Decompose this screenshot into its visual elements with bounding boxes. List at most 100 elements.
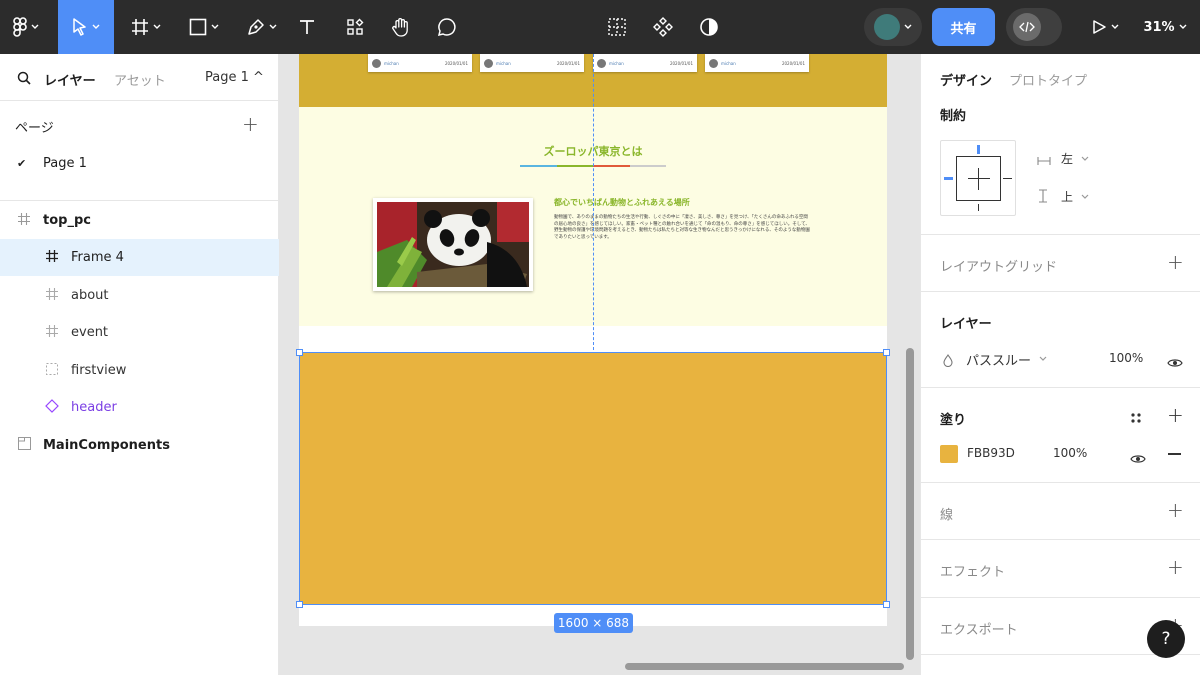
horizontal-scrollbar[interactable] (625, 663, 904, 670)
resize-handle[interactable] (296, 601, 303, 608)
resize-handle[interactable] (883, 601, 890, 608)
horizontal-constraint-icon (1037, 151, 1051, 170)
dashed-frame-icon (46, 362, 58, 379)
add-page-icon[interactable]: + (242, 112, 259, 136)
dev-mode-toggle[interactable] (1006, 8, 1062, 46)
divider (0, 200, 279, 201)
chevron-down-icon (31, 24, 39, 29)
chevron-down-icon (211, 24, 219, 29)
canvas[interactable]: michan 2020/01/01 michan 2020/01/01 mich… (280, 54, 920, 675)
vertical-scrollbar[interactable] (906, 348, 914, 660)
layer-label: Frame 4 (71, 250, 124, 265)
fill-opacity-input[interactable]: 100% (1053, 446, 1087, 460)
layer-item-about[interactable]: about (0, 277, 279, 314)
tab-assets[interactable]: アセット (114, 70, 166, 89)
avatar (709, 58, 718, 68)
frame-hash-icon (131, 18, 149, 36)
contrast-button[interactable] (694, 0, 724, 54)
chevron-down-icon (1081, 194, 1089, 199)
component-layout-button[interactable] (602, 0, 632, 54)
user-avatar-menu[interactable] (864, 8, 922, 46)
card-name: michan (496, 60, 511, 66)
left-sidebar: レイヤー アセット Page 1 ^ ページ + ✔ Page 1 top_pc… (0, 54, 279, 675)
add-stroke-icon[interactable]: + (1167, 498, 1184, 522)
frame-hash-icon (18, 212, 30, 229)
share-label: 共有 (950, 21, 977, 37)
fill-color-swatch[interactable] (940, 445, 958, 463)
panda-image (377, 202, 529, 287)
layer-item-frame4[interactable]: Frame 4 (0, 239, 279, 276)
layer-opacity-input[interactable]: 100% (1109, 351, 1143, 365)
hand-tool-button[interactable] (386, 0, 416, 54)
blend-drop-icon (943, 352, 953, 371)
layer-title: レイヤー (940, 317, 992, 332)
add-fill-icon[interactable]: + (1167, 403, 1184, 427)
properties-panel: デザイン プロトタイプ 制約 左 上 レイアウトグリッド + レイヤー パススル… (920, 54, 1200, 675)
constraint-bottom[interactable] (978, 204, 979, 211)
fill-hex-input[interactable]: FBB93D (967, 446, 1015, 460)
layer-item-top-pc[interactable]: top_pc (0, 202, 279, 239)
resources-icon (346, 18, 364, 36)
constraints-title: 制約 (940, 109, 967, 124)
zoom-menu[interactable]: 31% (1136, 0, 1194, 54)
help-button[interactable]: ? (1147, 620, 1185, 658)
component-icon (653, 17, 673, 37)
text-tool-button[interactable] (292, 0, 322, 54)
add-layout-grid-icon[interactable]: + (1167, 250, 1184, 274)
move-tool-button[interactable] (58, 0, 114, 54)
comment-tool-button[interactable] (432, 0, 462, 54)
add-effect-icon[interactable]: + (1167, 555, 1184, 579)
constraint-top-active[interactable] (977, 145, 980, 154)
style-grid-icon[interactable] (1130, 409, 1142, 428)
constraint-box (956, 156, 1001, 201)
section-icon (18, 437, 31, 454)
zoom-label: 31% (1143, 19, 1175, 35)
card-name: michan (721, 60, 736, 66)
tab-layers[interactable]: レイヤー (44, 70, 96, 89)
remove-fill-icon[interactable] (1168, 453, 1181, 455)
create-component-button[interactable] (648, 0, 678, 54)
share-button[interactable]: 共有 (932, 8, 995, 46)
layout-grid-section: レイアウトグリッド + (921, 234, 1200, 291)
center-guide-line (593, 54, 594, 350)
shape-tool-button[interactable] (178, 0, 230, 54)
layer-label: header (71, 400, 117, 415)
constraint-right[interactable] (1003, 178, 1012, 179)
tab-prototype[interactable]: プロトタイプ (1009, 70, 1087, 89)
search-icon[interactable] (17, 70, 31, 89)
avatar (372, 58, 381, 68)
resize-handle[interactable] (883, 349, 890, 356)
main-menu-button[interactable] (0, 0, 52, 54)
eye-icon[interactable] (1130, 449, 1146, 468)
pen-icon (247, 18, 265, 36)
comment-bubble-icon (437, 17, 457, 37)
frame-tool-button[interactable] (120, 0, 172, 54)
vertical-constraint-select[interactable]: 上 (1061, 188, 1073, 205)
figma-logo-icon (13, 17, 27, 37)
export-title: エクスポート (940, 623, 1018, 638)
left-tabs: レイヤー アセット Page 1 ^ (0, 54, 279, 101)
panda-photo (373, 198, 533, 291)
constraints-widget[interactable] (940, 140, 1016, 216)
selected-frame-4[interactable] (296, 349, 890, 608)
layer-label: MainComponents (43, 438, 170, 453)
horizontal-constraint-select[interactable]: 左 (1061, 150, 1073, 167)
resize-handle[interactable] (296, 349, 303, 356)
card-name: michan (609, 60, 624, 66)
page-selector[interactable]: Page 1 ^ (205, 70, 264, 85)
constraint-left-active[interactable] (944, 177, 953, 180)
pen-tool-button[interactable] (236, 0, 288, 54)
layer-item-event[interactable]: event (0, 314, 279, 351)
eye-icon[interactable] (1167, 353, 1183, 372)
present-button[interactable] (1084, 0, 1126, 54)
blend-mode-select[interactable]: パススルー (966, 350, 1031, 369)
card-date: 2020/01/01 (669, 60, 693, 66)
layer-item-maincomponents[interactable]: MainComponents (0, 427, 279, 464)
resources-button[interactable] (340, 0, 370, 54)
layer-item-firstview[interactable]: firstview (0, 352, 279, 389)
layout-grid-title: レイアウトグリッド (940, 260, 1058, 275)
layer-item-header[interactable]: header (0, 389, 279, 426)
tab-design[interactable]: デザイン (940, 70, 992, 89)
page-item-page1[interactable]: ✔ Page 1 (0, 145, 279, 182)
vertical-constraint-icon (1038, 188, 1048, 207)
